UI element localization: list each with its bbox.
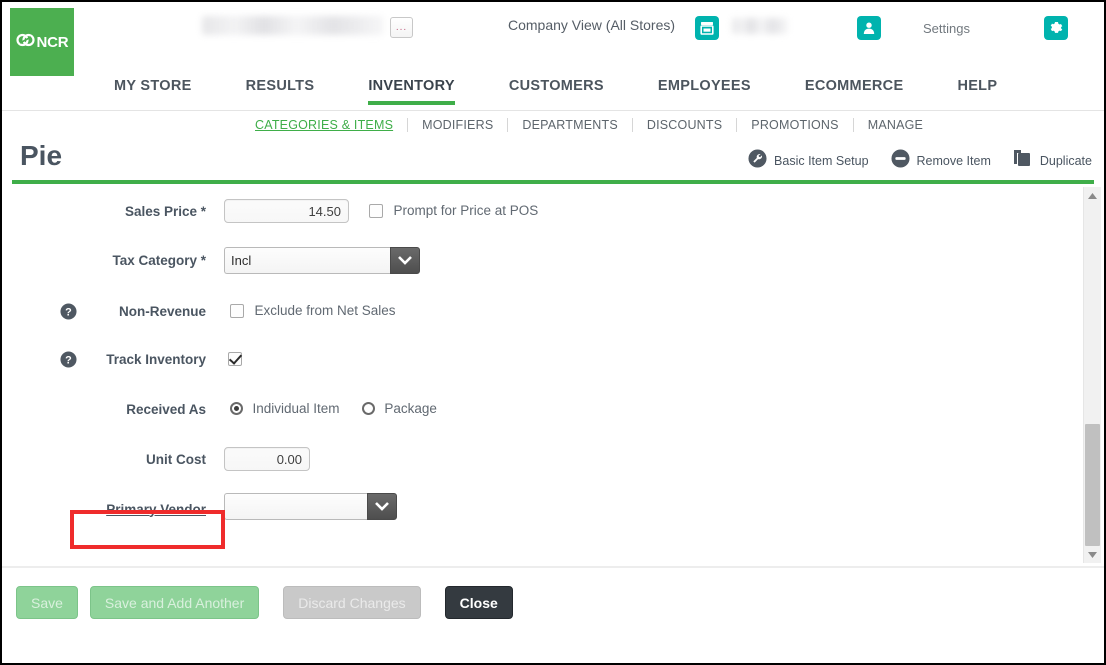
remove-item-button[interactable]: Remove Item [891, 149, 991, 173]
subnav-item-discounts[interactable]: DISCOUNTS [633, 118, 736, 132]
page-title: Pie [20, 140, 63, 171]
gear-icon[interactable] [1044, 16, 1068, 40]
prompt-for-price-label: Prompt for Price at POS [393, 203, 539, 219]
primary-vendor-value[interactable] [224, 493, 367, 520]
basic-item-setup-button[interactable]: Basic Item Setup [748, 149, 869, 173]
tax-category-value[interactable]: Incl [224, 246, 390, 274]
nav-item-my-store[interactable]: MY STORE [114, 78, 192, 105]
prompt-for-price-checkbox[interactable] [369, 203, 383, 218]
subnav-item-categories-items[interactable]: CATEGORIES & ITEMS [255, 118, 407, 132]
help-icon[interactable]: ? [60, 302, 77, 320]
track-inventory-label: Track Inventory [106, 351, 206, 367]
store-name-redacted [202, 16, 384, 35]
subnav-item-promotions[interactable]: PROMOTIONS [737, 118, 852, 132]
svg-text:?: ? [65, 306, 72, 318]
nav-item-employees[interactable]: EMPLOYEES [658, 78, 751, 105]
subnav-item-manage[interactable]: MANAGE [854, 118, 937, 132]
scroll-up-arrow-icon[interactable] [1084, 187, 1101, 204]
primary-vendor-link[interactable]: Primary Vendor [106, 502, 206, 517]
subnav-item-modifiers[interactable]: MODIFIERS [408, 118, 507, 132]
save-button[interactable]: Save [16, 586, 78, 619]
store-icon[interactable] [695, 16, 719, 40]
scroll-down-arrow-icon[interactable] [1084, 546, 1101, 563]
person-icon[interactable] [857, 16, 881, 40]
exclude-from-net-sales-checkbox[interactable] [230, 303, 244, 318]
received-as-package-radio[interactable] [361, 402, 375, 416]
company-view-label: Company View (All Stores) [508, 17, 676, 33]
nav-item-help[interactable]: HELP [957, 78, 997, 105]
settings-label[interactable]: Settings [923, 21, 970, 36]
close-button[interactable]: Close [444, 586, 513, 619]
wrench-icon [748, 149, 767, 173]
store-picker-ellipsis-button[interactable]: ... [390, 17, 413, 38]
sales-price-label: Sales Price * [124, 203, 206, 219]
unit-cost-input[interactable] [224, 447, 310, 471]
tax-category-select[interactable]: Incl [224, 246, 420, 274]
remove-item-label: Remove Item [916, 154, 991, 168]
nav-item-ecommerce[interactable]: ECOMMERCE [805, 78, 904, 105]
minus-circle-icon [891, 149, 910, 173]
svg-text:?: ? [65, 354, 72, 366]
chevron-down-icon[interactable] [390, 246, 420, 274]
main-navigation: MY STORE RESULTS INVENTORY CUSTOMERS EMP… [2, 78, 1104, 111]
ncr-logo-text: NCR [36, 33, 69, 51]
item-toolbar: Basic Item Setup Remove Item Duplicate [726, 149, 1092, 173]
duplicate-label: Duplicate [1039, 154, 1092, 168]
application-window: NCR ... Company View (All Stores) Settin… [0, 0, 1106, 665]
received-as-individual-item-label: Individual Item [252, 401, 340, 417]
page-title-row: Pie Basic Item Setup Remove Item Duplica… [2, 139, 1104, 184]
nav-item-results[interactable]: RESULTS [246, 78, 315, 105]
sub-navigation: CATEGORIES & ITEMS MODIFIERS DEPARTMENTS… [2, 111, 1104, 139]
track-inventory-checkbox[interactable] [228, 351, 242, 366]
tax-category-label: Tax Category * [112, 252, 206, 268]
store-value-redacted [732, 18, 788, 34]
received-as-label: Received As [126, 401, 206, 417]
help-icon[interactable]: ? [60, 350, 77, 368]
scrollbar-thumb[interactable] [1085, 424, 1100, 546]
exclude-from-net-sales-label: Exclude from Net Sales [254, 303, 396, 319]
copy-icon [1013, 149, 1033, 173]
unit-cost-label: Unit Cost [146, 451, 206, 467]
received-as-package-label: Package [384, 401, 437, 417]
basic-item-setup-label: Basic Item Setup [774, 154, 869, 168]
item-form-panel: Sales Price * Prompt for Price at POS Ta… [2, 184, 1104, 566]
discard-changes-button[interactable]: Discard Changes [283, 586, 421, 619]
save-and-add-another-button[interactable]: Save and Add Another [89, 586, 260, 619]
duplicate-button[interactable]: Duplicate [1013, 149, 1092, 173]
non-revenue-label: Non-Revenue [118, 303, 206, 319]
top-header-bar: NCR ... Company View (All Stores) Settin… [2, 2, 1104, 78]
ncr-logo[interactable]: NCR [10, 8, 74, 76]
primary-vendor-select[interactable] [224, 493, 397, 520]
primary-vendor-label: Primary Vendor [81, 502, 206, 517]
form-footer: Save Save and Add Another Discard Change… [2, 566, 1104, 640]
sales-price-input[interactable] [224, 199, 349, 223]
ncr-linked-rings-icon [15, 32, 36, 53]
nav-item-inventory[interactable]: INVENTORY [368, 78, 455, 105]
nav-item-customers[interactable]: CUSTOMERS [509, 78, 604, 105]
vertical-scrollbar[interactable] [1083, 187, 1101, 563]
chevron-down-icon[interactable] [367, 493, 397, 520]
subnav-item-departments[interactable]: DEPARTMENTS [508, 118, 632, 132]
received-as-individual-item-radio[interactable] [230, 402, 243, 416]
